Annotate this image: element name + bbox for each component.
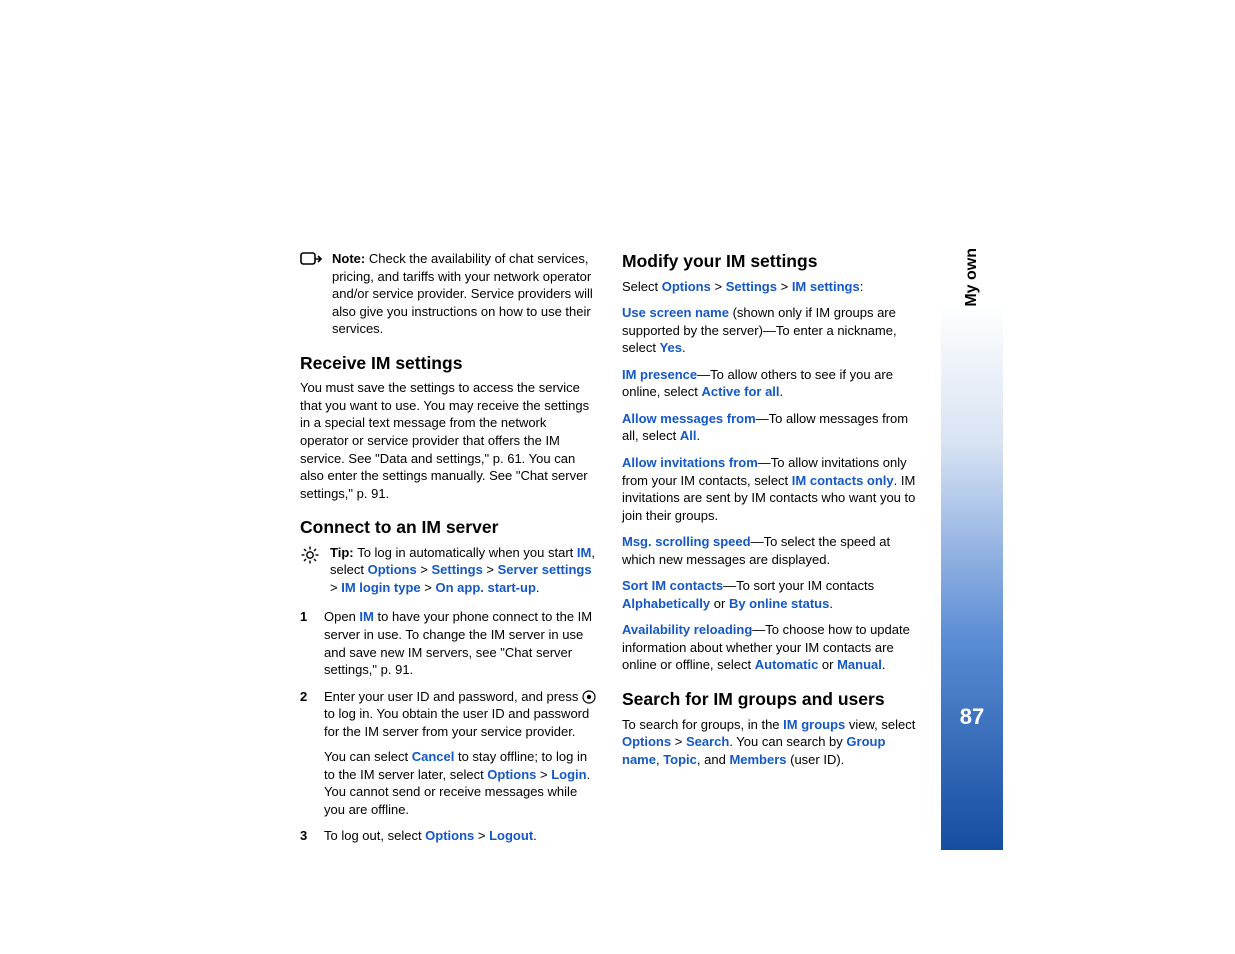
step-3: 3 To log out, select Options > Logout. (300, 827, 596, 845)
heading-modify: Modify your IM settings (622, 250, 918, 274)
steps-list: 1 Open IM to have your phone connect to … (300, 608, 596, 845)
search-paragraph: To search for groups, in the IM groups v… (622, 716, 918, 769)
page-sidebar: My own 87 (941, 148, 1003, 850)
step-2: 2 Enter your user ID and password, and p… (300, 688, 596, 819)
manual-page: Note: Check the availability of chat ser… (0, 0, 1235, 954)
heading-connect: Connect to an IM server (300, 516, 596, 540)
left-column: Note: Check the availability of chat ser… (300, 250, 596, 854)
section-label: My own (963, 248, 981, 307)
tip-icon (300, 544, 320, 597)
step-1: 1 Open IM to have your phone connect to … (300, 608, 596, 678)
heading-receive: Receive IM settings (300, 352, 596, 376)
tip-block: Tip: To log in automatically when you st… (300, 544, 596, 597)
receive-paragraph: You must save the settings to access the… (300, 379, 596, 502)
note-text: Note: Check the availability of chat ser… (332, 250, 596, 338)
joystick-icon (582, 690, 596, 704)
page-number: 87 (960, 704, 984, 730)
right-column: Modify your IM settings Select Options >… (622, 250, 918, 854)
heading-search: Search for IM groups and users (622, 688, 918, 712)
select-path: Select Options > Settings > IM settings: (622, 278, 918, 296)
content-columns: Note: Check the availability of chat ser… (300, 250, 918, 854)
note-block: Note: Check the availability of chat ser… (300, 250, 596, 338)
note-icon (300, 250, 322, 338)
note-body: Check the availability of chat services,… (332, 251, 593, 336)
tip-label: Tip: (330, 545, 357, 560)
note-label: Note: (332, 251, 369, 266)
tip-text: Tip: To log in automatically when you st… (330, 544, 596, 597)
